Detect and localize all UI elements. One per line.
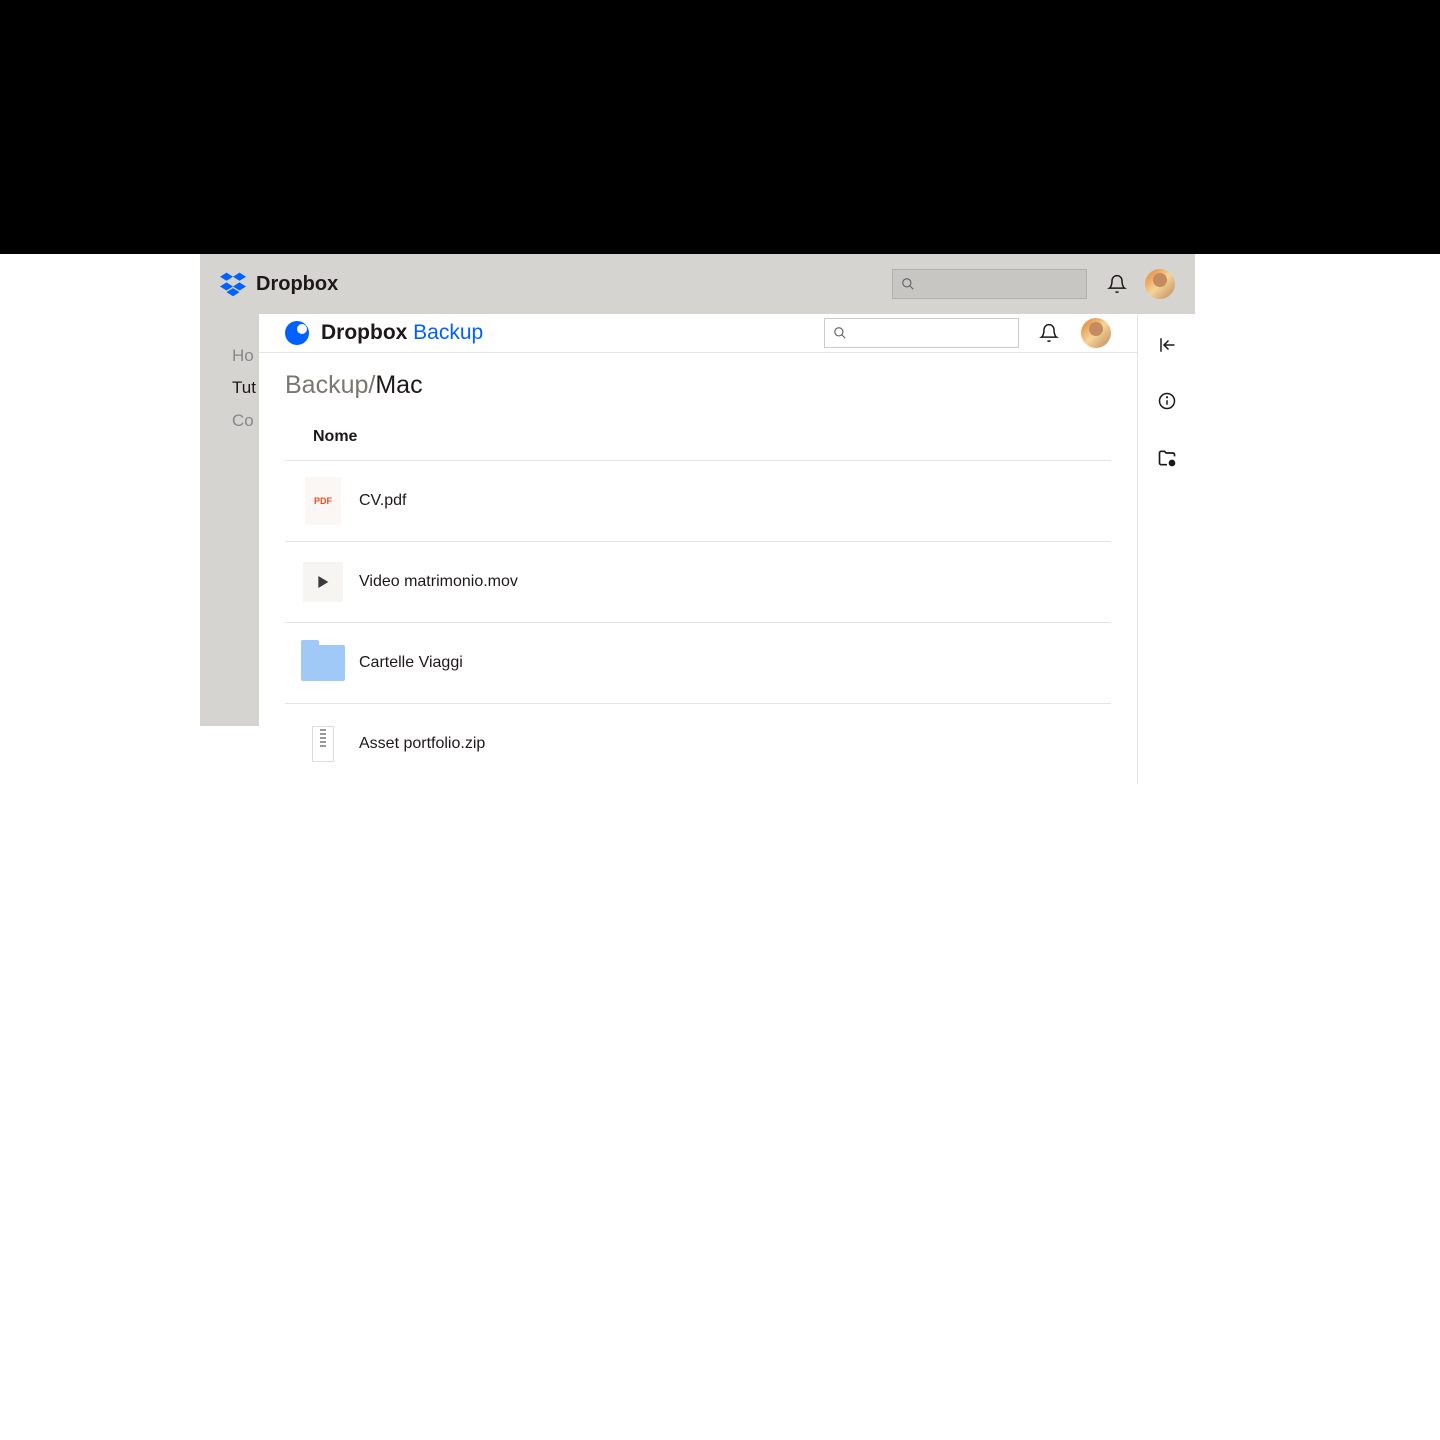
sidebar: Ho Tut Co <box>232 340 256 437</box>
main-header: Dropbox <box>200 254 1195 314</box>
backup-header: Dropbox Backup <box>259 314 1137 353</box>
dropbox-brand-text: Dropbox <box>256 273 338 296</box>
top-black-bar <box>0 0 1440 254</box>
search-icon <box>901 277 915 291</box>
search-icon <box>833 326 847 340</box>
zip-file-icon <box>312 726 334 762</box>
breadcrumb: Backup/Mac <box>259 353 1137 408</box>
notifications-icon[interactable] <box>1107 274 1127 294</box>
file-name: Cartelle Viaggi <box>359 654 463 672</box>
file-row[interactable]: Cartelle Viaggi <box>285 622 1111 703</box>
backup-search-input[interactable] <box>824 318 1019 348</box>
notifications-icon[interactable] <box>1039 323 1059 343</box>
folder-icon <box>301 645 345 681</box>
file-row[interactable]: Asset portfolio.zip <box>285 703 1111 784</box>
collapse-panel-icon[interactable] <box>1158 336 1176 354</box>
backup-logo: Dropbox Backup <box>285 321 483 345</box>
main-search-input[interactable] <box>892 269 1087 299</box>
file-name: Asset portfolio.zip <box>359 735 485 753</box>
file-name: Video matrimonio.mov <box>359 573 518 591</box>
breadcrumb-root[interactable]: Backup <box>285 371 368 399</box>
file-row[interactable]: PDF CV.pdf <box>285 460 1111 541</box>
backup-panel: Dropbox Backup Backup/Mac Nome PDF CV.pd… <box>259 314 1195 784</box>
sidebar-item[interactable]: Co <box>232 405 256 437</box>
file-name: CV.pdf <box>359 492 406 510</box>
breadcrumb-current: Mac <box>375 371 422 399</box>
sidebar-item[interactable]: Ho <box>232 340 256 372</box>
folder-settings-icon[interactable] <box>1157 448 1177 468</box>
file-list: Nome PDF CV.pdf Video matrimonio.mov Car… <box>259 408 1137 784</box>
backup-logo-icon <box>285 321 309 345</box>
pdf-file-icon: PDF <box>305 477 341 525</box>
video-file-icon <box>303 562 343 602</box>
dropbox-logo-icon <box>220 271 246 297</box>
file-row[interactable]: Video matrimonio.mov <box>285 541 1111 622</box>
right-rail <box>1137 314 1195 784</box>
avatar[interactable] <box>1081 318 1111 348</box>
info-icon[interactable] <box>1158 392 1176 410</box>
column-header-name[interactable]: Nome <box>285 420 1111 460</box>
avatar[interactable] <box>1145 269 1175 299</box>
backup-brand-text: Dropbox Backup <box>321 321 483 345</box>
sidebar-item[interactable]: Tut <box>232 372 256 404</box>
